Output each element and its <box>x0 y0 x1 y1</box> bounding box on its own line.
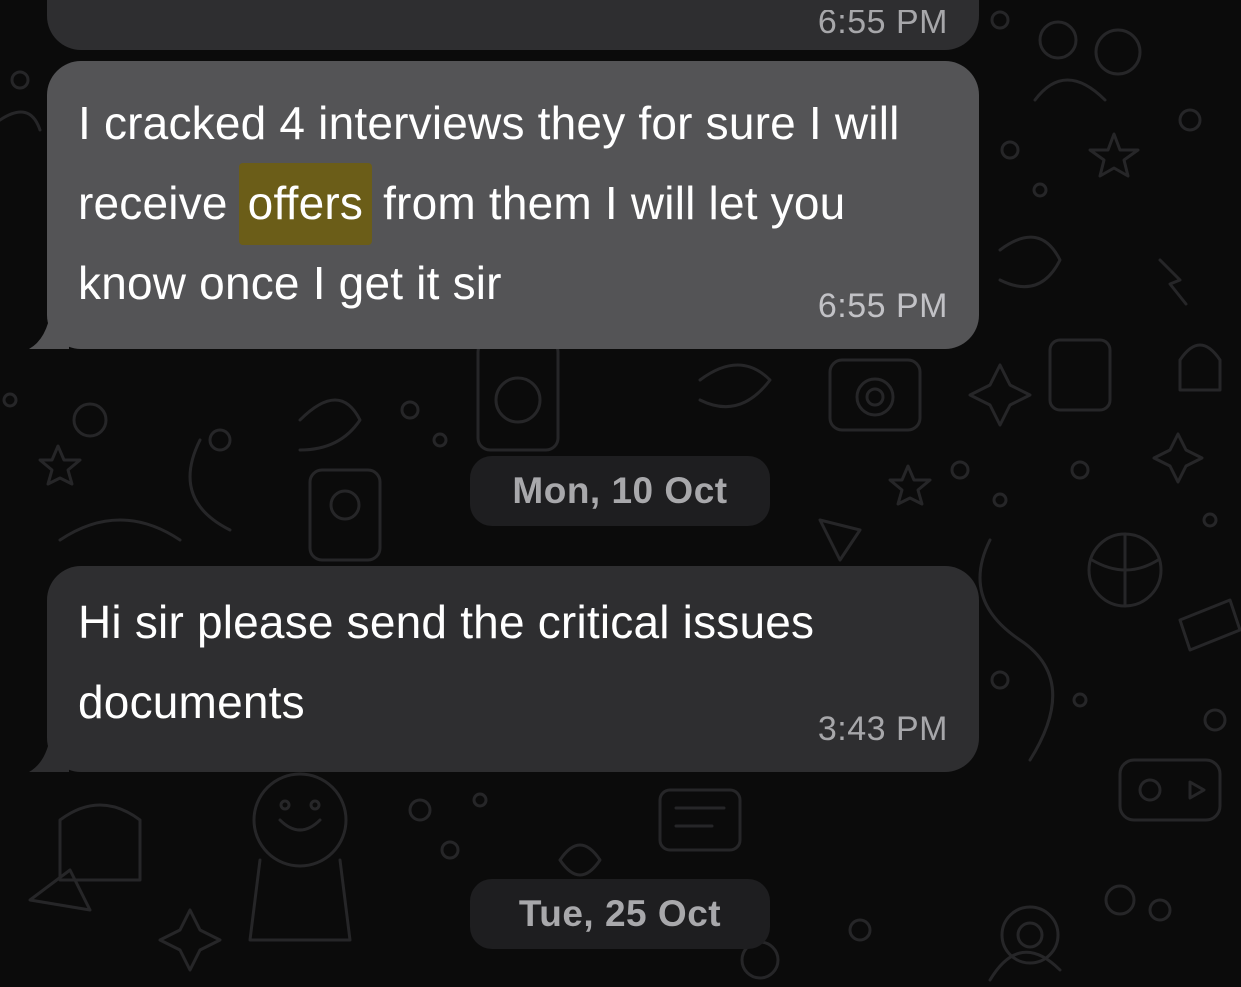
bubble-tail <box>29 309 69 349</box>
search-match-highlight: offers <box>238 163 373 245</box>
message-timestamp: 6:55 PM <box>817 10 948 34</box>
message-timestamp: 6:55 PM <box>817 287 948 325</box>
date-separator: Mon, 10 Oct <box>470 456 770 526</box>
message-timestamp: 3:43 PM <box>817 710 948 748</box>
bubble-tail <box>29 732 69 772</box>
date-separator: Tue, 25 Oct <box>470 879 770 949</box>
message-bubble[interactable]: 6:55 PM <box>47 0 979 50</box>
message-bubble[interactable]: Hi sir please send the critical issues d… <box>29 566 979 772</box>
message-text: Hi sir please send the critical issues d… <box>78 596 815 728</box>
message-bubble-highlighted[interactable]: I cracked 4 interviews they for sure I w… <box>29 61 979 349</box>
message-text: I cracked 4 interviews they for sure I w… <box>78 83 918 323</box>
